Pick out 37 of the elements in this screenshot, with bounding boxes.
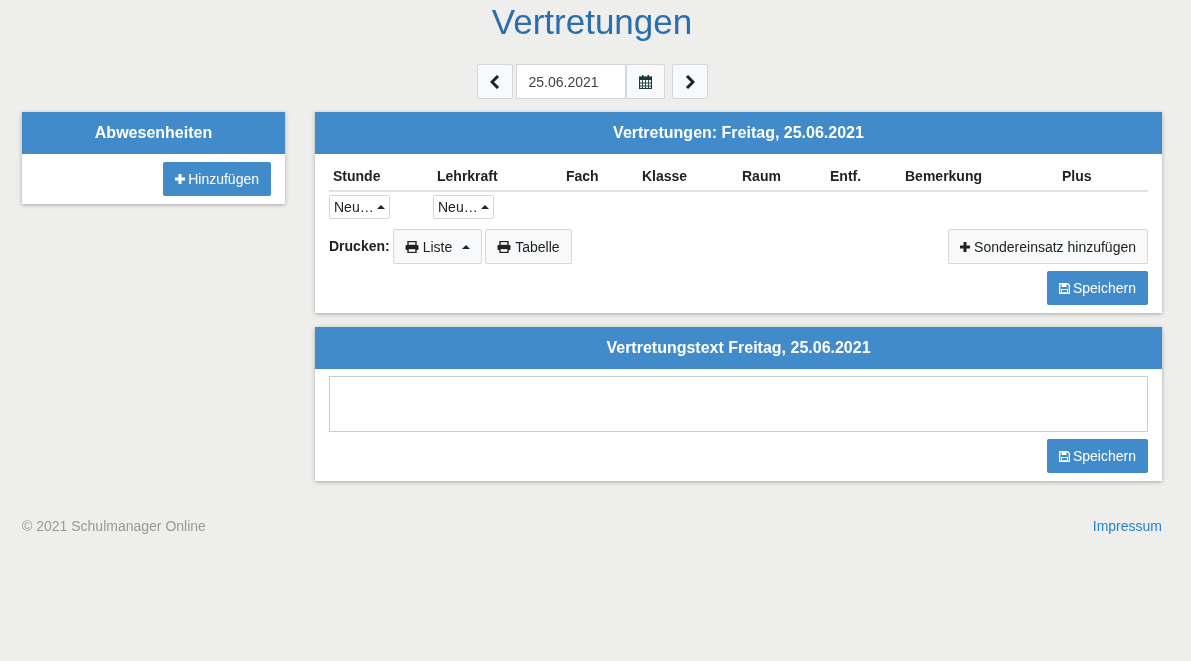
panel-title: Abwesenheiten (94, 124, 213, 141)
copyright-text: © 2021 Schulmanager Online (22, 518, 206, 534)
panel-title: Vertretungstext Freitag, 25.06.2021 (606, 339, 871, 356)
previous-day-button[interactable] (476, 64, 513, 99)
caret-icon (376, 205, 385, 209)
column-header: Lehrkraft (437, 168, 499, 184)
page-title: Vertretungen (490, 1, 694, 43)
printer-icon (497, 240, 512, 253)
panel-title: Vertretungen: Freitag, 25.06.2021 (613, 124, 864, 141)
column-header: Bemerkung (905, 168, 984, 184)
imprint-link[interactable]: Impressum (1092, 518, 1162, 534)
column-header: Fach (566, 168, 600, 184)
save-button[interactable]: Speichern (1046, 271, 1148, 305)
chevron-right-icon (684, 74, 695, 89)
caret-icon (480, 205, 489, 209)
column-header: Raum (742, 168, 782, 184)
print-label: Drucken: (329, 238, 390, 254)
calendar-icon (638, 74, 652, 89)
column-header: Entf. (830, 168, 863, 184)
new-dropdown-button[interactable]: Neu… (329, 195, 390, 219)
column-header: Klasse (642, 168, 689, 184)
add-button[interactable]: Hinzufügen (163, 162, 271, 196)
calendar-button[interactable] (625, 64, 665, 99)
column-header: Plus (1062, 168, 1093, 184)
column-header: Stunde (333, 168, 382, 184)
date-field[interactable]: 25.06.2021 (515, 64, 626, 99)
printer-icon (404, 240, 419, 253)
new-dropdown-button[interactable]: Neu… (433, 195, 494, 219)
print-button[interactable]: Liste (392, 229, 483, 264)
plus-icon (960, 241, 971, 252)
next-day-button[interactable] (671, 64, 708, 99)
caret-icon (462, 244, 471, 249)
save-button[interactable]: Speichern (1046, 439, 1148, 473)
chevron-left-icon (489, 74, 500, 89)
add-special-assignment-button[interactable]: Sondereinsatz hinzufügen (948, 229, 1148, 264)
plus-icon (175, 174, 186, 184)
print-button[interactable]: Tabelle (485, 229, 572, 264)
